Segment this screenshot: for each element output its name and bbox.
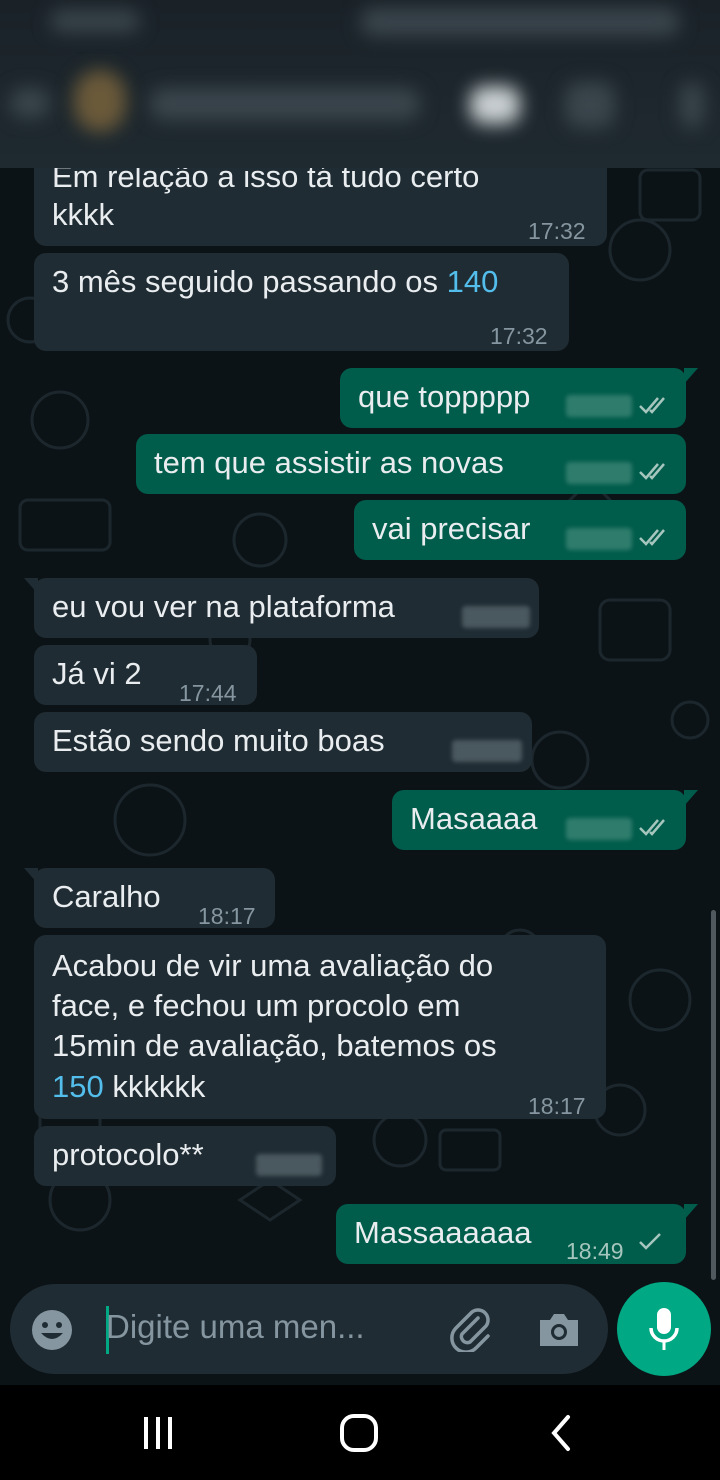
outgoing-message[interactable]: Masaaaa (392, 790, 698, 850)
message-text: Caralho (52, 879, 161, 914)
redacted-time (566, 528, 632, 550)
message-input-bar: Digite uma men... (10, 1284, 608, 1374)
message-text: Estão sendo muito boas (52, 723, 385, 758)
outgoing-message[interactable]: tem que assistir as novas (136, 434, 686, 494)
redacted-time (566, 818, 632, 840)
home-nav-icon[interactable] (338, 1412, 380, 1454)
video-call-icon[interactable] (470, 86, 520, 124)
message-text: Masaaaa (410, 801, 538, 836)
number-link[interactable]: 140 (447, 264, 499, 299)
message-text: face, e fechou um procolo em (52, 988, 461, 1023)
read-ticks-icon (639, 463, 665, 480)
attach-icon[interactable] (448, 1306, 494, 1352)
message-text: Acabou de vir uma avaliação do (52, 948, 494, 983)
message-text: 15min de avaliação, batemos os (52, 1028, 497, 1063)
message-input[interactable]: Digite uma men... (106, 1308, 365, 1346)
message-time: 17:32 (490, 323, 548, 349)
outgoing-message[interactable]: que toppppp (340, 368, 698, 428)
menu-icon[interactable] (680, 82, 704, 128)
message-time: 17:44 (179, 680, 237, 706)
incoming-message[interactable]: 3 mês seguido passando os 140 17:32 (34, 253, 569, 351)
message-text: Massaaaaaa (354, 1215, 532, 1250)
message-text: que toppppp (358, 379, 531, 414)
message-time: 18:49 (566, 1238, 624, 1264)
redacted-time (566, 395, 632, 417)
voice-record-button[interactable] (617, 1282, 711, 1376)
chat-screen: Em relação a isso tá tudo certo kkkk 17:… (0, 0, 720, 1385)
message-text: kkkk (52, 197, 114, 232)
read-ticks-icon (639, 397, 665, 414)
message-text: eu vou ver na plataforma (52, 589, 395, 624)
contact-name[interactable] (150, 88, 420, 120)
incoming-message[interactable]: eu vou ver na plataforma (24, 578, 539, 638)
incoming-message[interactable]: protocolo** (34, 1126, 336, 1186)
redacted-time (256, 1154, 322, 1176)
redacted-time (462, 606, 530, 628)
chat-scrollbar[interactable] (711, 910, 716, 1280)
mic-icon (649, 1308, 679, 1350)
outgoing-message[interactable]: Massaaaaaa 18:49 (336, 1204, 698, 1264)
message-text: 3 mês seguido passando os 140 (52, 264, 499, 299)
system-nav-bar (0, 1385, 720, 1480)
incoming-message[interactable]: Já vi 2 17:44 (34, 645, 257, 706)
message-text: vai precisar (372, 511, 531, 546)
incoming-message[interactable]: Estão sendo muito boas (34, 712, 532, 772)
message-text: 150 kkkkkk (52, 1069, 206, 1104)
sent-tick-icon (639, 1233, 661, 1250)
outgoing-message[interactable]: vai precisar (354, 500, 686, 560)
message-text: tem que assistir as novas (154, 445, 504, 480)
recents-nav-icon[interactable] (140, 1415, 176, 1451)
back-nav-icon[interactable] (546, 1413, 576, 1453)
chat-header (0, 0, 720, 168)
contact-avatar[interactable] (74, 70, 126, 132)
message-text: protocolo** (52, 1137, 204, 1172)
emoji-icon[interactable] (30, 1308, 74, 1352)
read-ticks-icon (639, 819, 665, 836)
message-text: Já vi 2 (52, 656, 142, 691)
incoming-message[interactable]: Caralho 18:17 (24, 868, 275, 929)
message-time: 18:17 (528, 1093, 586, 1119)
camera-icon[interactable] (536, 1308, 582, 1350)
message-time: 18:17 (198, 903, 256, 929)
number-link[interactable]: 150 (52, 1069, 104, 1104)
redacted-time (452, 740, 522, 762)
read-ticks-icon (639, 529, 665, 546)
incoming-message[interactable]: Acabou de vir uma avaliação do face, e f… (34, 935, 606, 1119)
message-time: 17:32 (528, 218, 586, 244)
voice-call-icon[interactable] (565, 82, 615, 128)
redacted-time (566, 462, 632, 484)
